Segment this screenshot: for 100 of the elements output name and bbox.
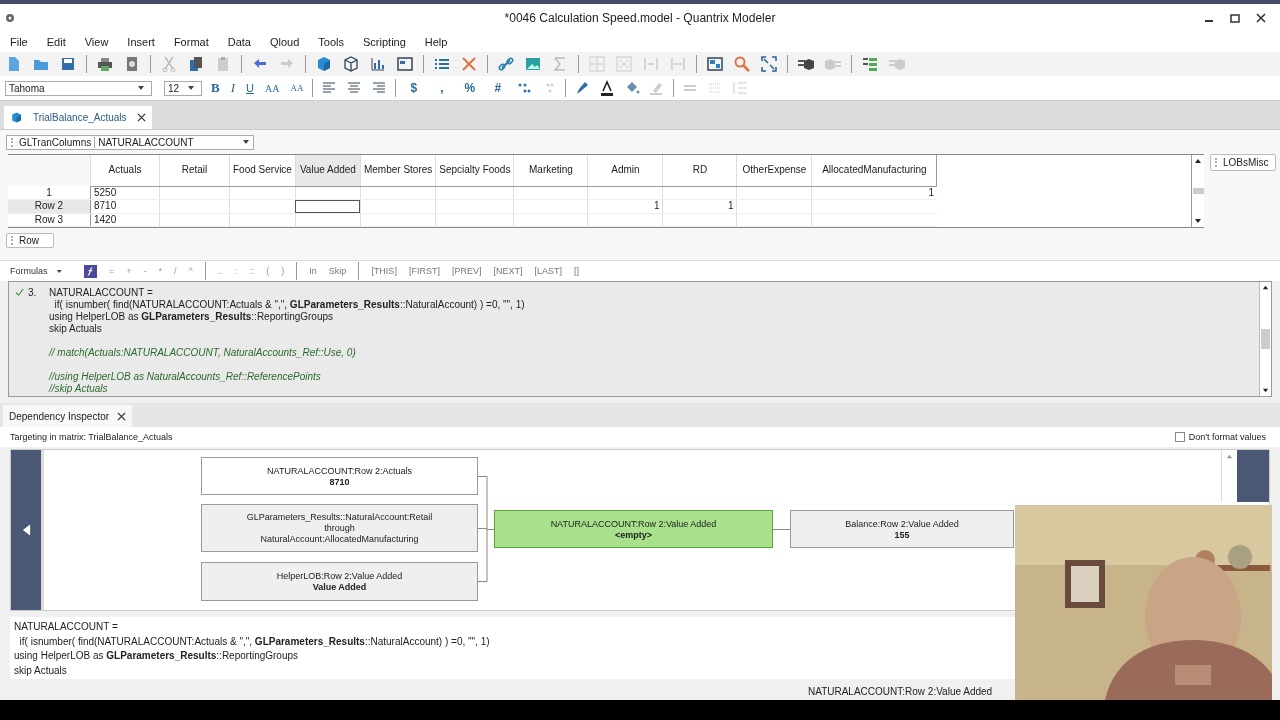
reference-button[interactable]: [NEXT]: [493, 266, 523, 276]
code-line: NATURALACCOUNT =: [49, 286, 153, 298]
menu-item[interactable]: Scripting: [363, 36, 415, 48]
menu-item[interactable]: File: [10, 36, 37, 48]
format-button[interactable]: AA: [262, 79, 282, 97]
formula-number: 3.: [28, 286, 38, 298]
node-label: HelperLOB:Row 2:Value Added: [276, 571, 403, 581]
reference-button[interactable]: [THIS]: [371, 266, 397, 276]
format-button[interactable]: AA: [288, 79, 306, 97]
down-arrow-icon[interactable]: [1194, 217, 1202, 225]
close-icon[interactable]: [136, 113, 146, 122]
category-tile[interactable]: Row: [6, 233, 54, 248]
font-size-dropdown[interactable]: 12: [164, 80, 202, 96]
node-label: Balance:Row 2:Value Added: [845, 518, 959, 529]
keyword-button[interactable]: Skip: [328, 266, 347, 276]
node-label: NaturalAccount:AllocatedManufacturing: [260, 534, 419, 544]
function-icon[interactable]: [84, 264, 97, 278]
data-stack-icon[interactable]: [861, 55, 879, 73]
table-cell: 1: [662, 199, 737, 214]
format-button[interactable]: B: [209, 79, 222, 97]
target-label: Targeting in matrix: TrialBalance_Actuals: [10, 432, 173, 442]
code-line: skip Actuals: [49, 322, 102, 334]
format-button[interactable]: U: [244, 79, 256, 97]
format-button[interactable]: I: [228, 79, 237, 97]
close-icon[interactable]: [117, 411, 127, 421]
column-header[interactable]: Retail: [159, 155, 230, 187]
document-tab[interactable]: TrialBalance_Actuals: [4, 106, 152, 129]
dependency-node[interactable]: Balance:Row 2:Value Added 155: [790, 510, 1014, 548]
scroll-bar[interactable]: [1259, 282, 1271, 396]
layout-icon[interactable]: [706, 55, 724, 73]
number-format-button[interactable]: %: [459, 79, 481, 97]
left-arrow-icon[interactable]: [21, 524, 31, 536]
column-header[interactable]: Sepcialty Foods: [435, 155, 514, 187]
search-icon[interactable]: [733, 55, 751, 73]
menu-item[interactable]: Data: [227, 36, 260, 48]
expand-icon[interactable]: [760, 55, 778, 73]
row-header[interactable]: Row 3: [8, 213, 91, 227]
column-header[interactable]: OtherExpense: [736, 155, 812, 187]
number-format-button[interactable]: ,: [431, 79, 453, 97]
column-header[interactable]: AllocatedManufacturing: [811, 155, 937, 187]
link-icon[interactable]: [497, 55, 515, 73]
reference-button[interactable]: [LAST]: [534, 266, 562, 276]
menu-item[interactable]: Edit: [46, 36, 75, 48]
checkbox[interactable]: Don't format values: [1174, 432, 1266, 442]
column-header[interactable]: Admin: [587, 155, 663, 187]
menu-item[interactable]: Help: [424, 36, 457, 48]
up-arrow-icon[interactable]: [1194, 157, 1202, 165]
image-icon[interactable]: [524, 55, 542, 73]
panel-tab[interactable]: Dependency Inspector: [3, 405, 133, 427]
dependency-node[interactable]: GLParameters_Results::NaturalAccount:Retail through NaturalAccount:AllocatedManufacturing: [201, 504, 478, 552]
menu-item[interactable]: Format: [173, 36, 218, 48]
menu-item[interactable]: Insert: [127, 36, 164, 48]
cube-icon[interactable]: [315, 55, 333, 73]
column-header[interactable]: Actuals: [90, 155, 160, 187]
number-format-button[interactable]: $: [403, 79, 425, 97]
column-header[interactable]: Value Added: [295, 155, 361, 187]
menu-item[interactable]: Tools: [318, 36, 353, 48]
scroll-thumb[interactable]: [1192, 188, 1204, 194]
scroll-bar[interactable]: [1191, 155, 1204, 227]
save-icon[interactable]: [59, 55, 77, 73]
column-header[interactable]: Food Service: [229, 155, 296, 187]
reference-button[interactable]: []: [573, 266, 579, 276]
category-selector[interactable]: GLTranColumns NATURALACCOUNT: [6, 134, 254, 150]
formulas-dropdown[interactable]: Formulas: [10, 266, 62, 276]
number-format-button[interactable]: #: [487, 79, 509, 97]
dependency-node[interactable]: NATURALACCOUNT:Row 2:Actuals 8710: [201, 457, 478, 495]
caret-icon: [187, 84, 195, 92]
column-header[interactable]: Member Stores: [360, 155, 436, 187]
table-cell: 8710: [90, 199, 160, 214]
reference-button[interactable]: [PREV]: [451, 266, 482, 276]
close-icon[interactable]: [1256, 13, 1266, 23]
window-title: *0046 Calculation Speed.model - Quantrix Modeler: [504, 11, 776, 25]
menu-item[interactable]: Qloud: [269, 36, 309, 48]
printer-icon[interactable]: [96, 55, 114, 73]
row-header[interactable]: 1: [8, 186, 91, 200]
formula-line: using HelperLOB as GLParameters_Results::ReportingGroups: [14, 650, 300, 663]
checkbox-box[interactable]: [1174, 432, 1185, 442]
keyword-button[interactable]: In: [309, 266, 317, 276]
column-header[interactable]: RD: [662, 155, 737, 187]
table-cell: [229, 186, 296, 200]
table-cell: [295, 186, 361, 200]
bar-chart-icon[interactable]: [369, 55, 387, 73]
caret-icon: [55, 267, 62, 275]
reference-button[interactable]: [FIRST]: [408, 266, 440, 276]
up-arrow-icon[interactable]: [1262, 284, 1269, 291]
scroll-thumb[interactable]: [1261, 329, 1270, 349]
cross-arrows-icon[interactable]: [460, 55, 478, 73]
column-header[interactable]: Marketing: [513, 155, 588, 187]
cube-icon: [10, 111, 23, 124]
copy-icon[interactable]: [187, 55, 205, 73]
font-dropdown[interactable]: Tahoma: [5, 80, 152, 96]
frame-icon[interactable]: [396, 55, 414, 73]
cube-outline-icon[interactable]: [342, 55, 360, 73]
maximize-icon[interactable]: [1230, 13, 1240, 23]
table-cell: [159, 213, 230, 227]
dependency-node[interactable]: NATURALACCOUNT:Row 2:Value Added <empty>: [494, 510, 773, 548]
menu-item[interactable]: View: [84, 36, 118, 48]
category-tile[interactable]: LOBsMisc: [1210, 154, 1276, 171]
dependency-node[interactable]: HelperLOB:Row 2:Value Added Value Added: [201, 562, 478, 601]
down-arrow-icon[interactable]: [1262, 387, 1269, 394]
